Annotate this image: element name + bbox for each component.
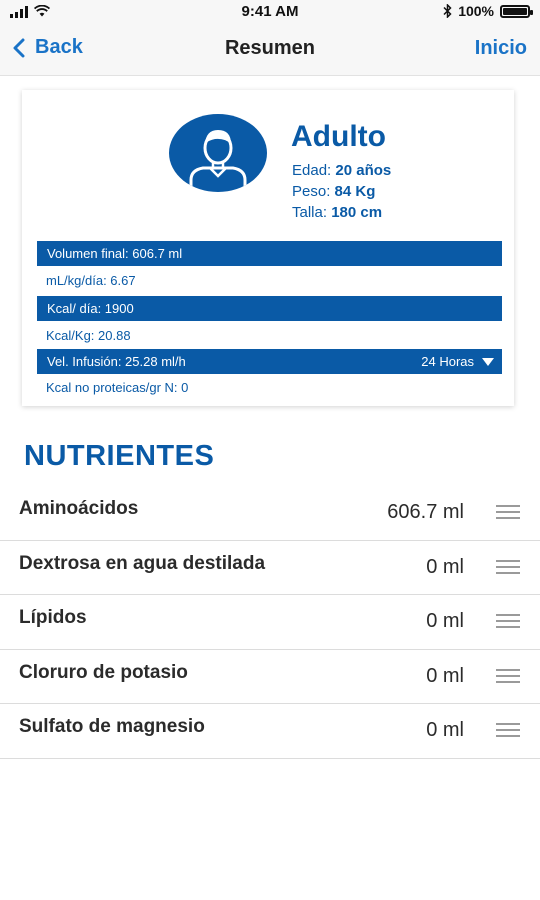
infusion-period-value: 24 Horas (421, 354, 474, 369)
nutrient-name: Dextrosa en agua destilada (19, 552, 266, 574)
nutrient-value: 606.7 ml (387, 501, 464, 523)
reorder-handle-icon[interactable] (496, 614, 520, 628)
nutrients-title: NUTRIENTES (24, 440, 215, 472)
kcal-kg-text: Kcal/Kg: 20.88 (46, 328, 131, 343)
nutrient-name: Sulfato de magnesio (19, 716, 205, 737)
status-bar: 9:41 AM 100% (0, 0, 540, 24)
battery-percent: 100% (458, 3, 494, 19)
battery-icon (500, 4, 533, 18)
nutrient-row[interactable]: Aminoácidos 606.7 ml (0, 486, 540, 541)
nutrient-list: Aminoácidos 606.7 ml Dextrosa en agua de… (0, 486, 540, 759)
nutrient-value: 0 ml (426, 719, 464, 741)
nutrient-value: 0 ml (426, 664, 464, 687)
reorder-handle-icon[interactable] (496, 668, 520, 683)
user-avatar-icon (169, 114, 267, 192)
profile-weight: Peso: 84 Kg (292, 183, 375, 200)
status-right: 100% (443, 3, 533, 19)
infusion-period-dropdown[interactable]: 24 Horas (421, 349, 494, 374)
weight-value: 84 Kg (334, 183, 376, 200)
summary-card: Adulto Edad: 20 años Peso: 84 Kg Talla: … (22, 90, 514, 406)
kcal-non-protein-text: Kcal no proteicas/gr N: 0 (46, 380, 189, 395)
final-volume-bar: Volumen final: 606.7 ml (37, 241, 502, 266)
nutrient-row[interactable]: Sulfato de magnesio 0 ml (0, 704, 540, 759)
back-button[interactable]: Back (12, 36, 83, 59)
final-volume-text: Volumen final: 606.7 ml (47, 246, 183, 261)
kcal-day-text: Kcal/ día: 1900 (47, 301, 134, 316)
profile-type: Adulto (291, 120, 386, 153)
ml-kg-day-text: mL/kg/día: 6.67 (46, 273, 136, 288)
height-value: 180 cm (331, 204, 383, 221)
bluetooth-icon (443, 4, 452, 18)
battery-fill (503, 7, 527, 15)
age-value: 20 años (335, 162, 392, 179)
nutrient-value: 0 ml (426, 555, 464, 578)
profile-height: Talla: 180 cm (292, 204, 382, 221)
kcal-day-bar: Kcal/ día: 1900 (37, 296, 502, 321)
reorder-handle-icon[interactable] (496, 505, 520, 519)
nutrient-name: Cloruro de potasio (19, 661, 188, 683)
nutrient-name: Aminoácidos (19, 498, 139, 519)
reorder-handle-icon[interactable] (496, 723, 520, 737)
weight-label: Peso: (292, 183, 331, 200)
age-label: Edad: (292, 162, 332, 179)
nutrient-value: 0 ml (426, 610, 464, 632)
nutrient-row[interactable]: Lípidos 0 ml (0, 595, 540, 650)
chevron-left-icon (13, 38, 25, 57)
nutrient-row[interactable]: Dextrosa en agua destilada 0 ml (0, 541, 540, 595)
infusion-bar: Vel. Infusión: 25.28 ml/h 24 Horas (37, 349, 502, 374)
reorder-handle-icon[interactable] (496, 559, 520, 574)
triangle-down-icon (482, 357, 494, 366)
nutrient-row[interactable]: Cloruro de potasio 0 ml (0, 650, 540, 704)
back-label: Back (35, 36, 83, 58)
profile-age: Edad: 20 años (292, 162, 391, 179)
nutrient-name: Lípidos (19, 607, 87, 628)
navigation-bar: Back Resumen Inicio (0, 24, 540, 76)
home-button[interactable]: Inicio (475, 37, 527, 60)
height-label: Talla: (292, 204, 328, 221)
infusion-rate-text: Vel. Infusión: 25.28 ml/h (47, 354, 186, 369)
